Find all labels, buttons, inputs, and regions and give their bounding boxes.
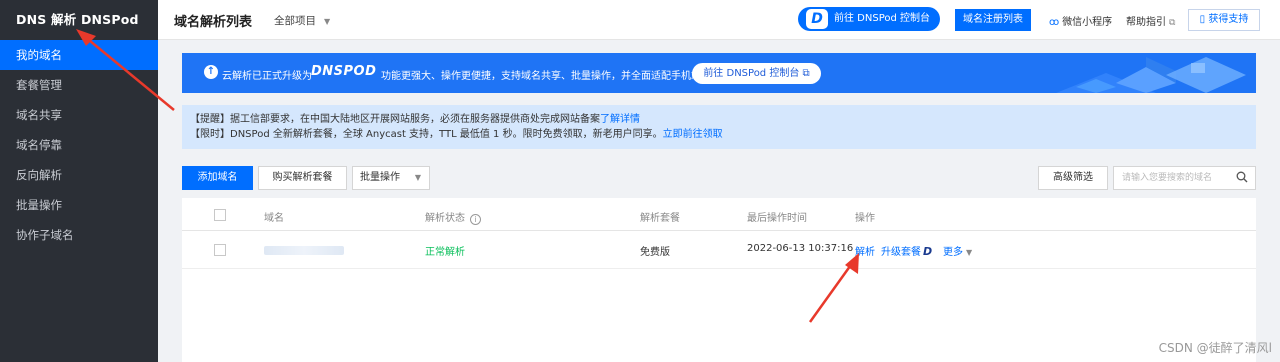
sidebar-item-reverse-dns[interactable]: 反向解析 [0,160,158,190]
banner-text-features: 功能更强大、操作更便捷，支持域名共享、批量操作，并全面适配手机端 [381,71,701,82]
caret-down-icon: ▼ [324,17,331,26]
dnspod-wordmark: DNSPOD [311,64,377,79]
status-badge: 正常解析 [425,247,465,258]
table-row: 正常解析 免费版 2022-06-13 10:37:16 解析 升级套餐 D 更多… [182,231,1256,269]
domain-name-redacted[interactable] [264,246,344,255]
info-icon[interactable]: i [470,214,481,225]
package-value: 免费版 [640,247,670,258]
more-label: 更多 [943,247,963,258]
brand-title: DNS 解析 DNSPod [16,12,139,27]
sidebar-item-collab-subdomain[interactable]: 协作子域名 [0,220,158,250]
sidebar-item-batch-ops[interactable]: 批量操作 [0,190,158,220]
notice-line-1-text: 【提醒】据工信部要求，在中国大陆地区开展网站服务，必须在服务器提供商处完成网站备… [190,114,600,125]
select-all-checkbox[interactable] [214,209,226,221]
help-label: 帮助指引 [1126,17,1166,28]
last-modified-value: 2022-06-13 10:37:16 [747,243,854,254]
batch-operation-label: 批量操作 [360,172,400,183]
buy-package-button[interactable]: 购买解析套餐 [258,166,347,190]
sidebar: DNS 解析 DNSPod 我的域名 套餐管理 域名共享 域名停靠 反向解析 批… [0,0,158,362]
banner-console-button[interactable]: 前往 DNSPod 控制台 ⧉ [692,63,821,84]
csdn-watermark: CSDN @徒醉了清风l [1158,341,1272,355]
external-link-icon: ⧉ [1169,18,1176,28]
more-dropdown[interactable]: 更多 ▼ [943,243,972,258]
notice-line-2-text: 【限时】DNSPod 全新解析套餐，全球 Anycast 支持，TTL 最低值 … [190,129,663,140]
domain-search-box [1113,166,1256,190]
dnspod-d-icon: D [923,245,933,258]
banner-decoration-graphic [1016,53,1256,93]
external-link-icon: ⧉ [802,68,810,79]
domain-register-list-button[interactable]: 域名注册列表 [955,9,1031,31]
support-label: 获得支持 [1208,14,1249,25]
batch-operation-select[interactable]: 批量操作 ▼ [352,166,430,190]
domain-list-panel: 添加域名 购买解析套餐 批量操作 ▼ 高级筛选 域名 解析状态 i 解析套餐 最后操… [182,160,1256,362]
upgrade-package-link[interactable]: 升级套餐 D [881,243,932,258]
sidebar-item-my-domains[interactable]: 我的域名 [0,40,158,70]
notice-line-1: 【提醒】据工信部要求，在中国大陆地区开展网站服务，必须在服务器提供商处完成网站备… [190,112,1256,127]
header-status-label: 解析状态 [425,213,465,224]
wechat-mini-program-link[interactable]: ꝏ 微信小程序 [1049,13,1112,28]
dnspod-logo-icon: D [806,9,828,29]
notice-learn-more-link[interactable]: 了解详情 [600,114,640,125]
banner-button-label: 前往 DNSPod 控制台 [703,68,800,79]
header-last-modified: 最后操作时间 [747,213,807,224]
top-bar: 域名解析列表 全部项目 ▼ D 前往 DNSPod 控制台 域名注册列表 ꝏ 微信小… [158,0,1280,40]
help-guide-link[interactable]: 帮助指引 ⧉ [1126,13,1175,28]
resolve-link[interactable]: 解析 [855,243,875,258]
book-icon: ▯ [1199,14,1206,25]
link-icon: ꝏ [1049,17,1060,28]
header-package: 解析套餐 [640,213,680,224]
header-operations: 操作 [855,213,875,224]
sidebar-item-domain-share[interactable]: 域名共享 [0,100,158,130]
upgrade-package-label: 升级套餐 [881,247,921,258]
get-support-button[interactable]: ▯ 获得支持 [1188,9,1260,31]
header-domain: 域名 [264,213,284,224]
table-header: 域名 解析状态 i 解析套餐 最后操作时间 操作 [182,198,1256,231]
search-icon[interactable] [1236,171,1248,183]
project-selector-label: 全部项目 [274,15,316,27]
mini-program-label: 微信小程序 [1062,17,1113,28]
banner-text-prefix: 云解析已正式升级为 [222,71,312,82]
sidebar-item-domain-parking[interactable]: 域名停靠 [0,130,158,160]
dnspod-console-button[interactable]: D 前往 DNSPod 控制台 [798,7,940,31]
caret-down-icon: ▼ [966,248,973,257]
add-domain-button[interactable]: 添加域名 [182,166,253,190]
domain-search-input[interactable] [1114,167,1224,189]
project-selector[interactable]: 全部项目 ▼ [274,13,330,28]
cloud-upload-icon: ↑ [204,65,218,79]
domain-table: 域名 解析状态 i 解析套餐 最后操作时间 操作 正常解析 免费版 2022-06… [182,198,1256,362]
row-checkbox[interactable] [214,244,226,256]
header-status: 解析状态 i [425,209,481,225]
notice-box: 【提醒】据工信部要求，在中国大陆地区开展网站服务，必须在服务器提供商处完成网站备… [182,105,1256,149]
notice-line-2: 【限时】DNSPod 全新解析套餐，全球 Anycast 支持，TTL 最低值 … [190,127,1256,142]
notice-claim-link[interactable]: 立即前往领取 [663,129,723,140]
sidebar-item-packages[interactable]: 套餐管理 [0,70,158,100]
page-title: 域名解析列表 [174,15,253,30]
caret-down-icon: ▼ [414,173,421,182]
upgrade-banner: ↑ 云解析已正式升级为 DNSPOD 功能更强大、操作更便捷，支持域名共享、批量… [182,53,1256,93]
dnspod-console-label: 前往 DNSPod 控制台 [834,13,931,24]
advanced-filter-button[interactable]: 高级筛选 [1038,166,1108,190]
